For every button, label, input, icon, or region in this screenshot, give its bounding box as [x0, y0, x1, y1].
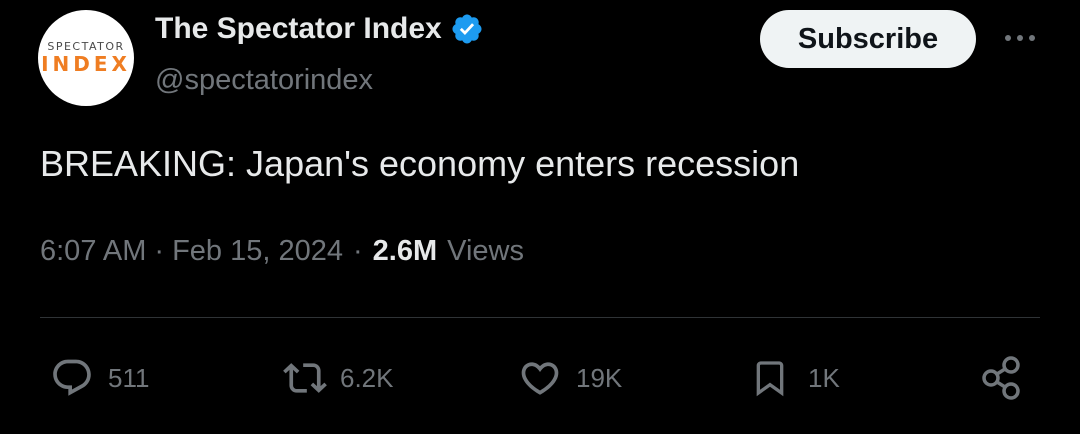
ellipsis-icon[interactable] [1000, 20, 1040, 56]
share-icon [982, 356, 1020, 400]
like-count: 19K [576, 362, 623, 393]
subscribe-button[interactable]: Subscribe [760, 10, 976, 68]
author-name-row: The Spectator Index [155, 12, 484, 46]
bookmark-icon [756, 361, 784, 397]
tweet-text: BREAKING: Japan's economy enters recessi… [40, 143, 800, 184]
tweet-time[interactable]: 6:07 AM [40, 235, 146, 268]
separator-dot: · [353, 235, 363, 267]
reply-button[interactable]: 511 [50, 356, 149, 400]
bookmark-button[interactable]: 1K [750, 356, 840, 400]
share-button[interactable] [980, 356, 1026, 400]
retweet-button[interactable]: 6.2K [282, 356, 394, 400]
avatar[interactable]: SPECTATOR INDEX [38, 10, 134, 106]
tweet-date[interactable]: Feb 15, 2024 [172, 235, 343, 268]
divider [40, 317, 1040, 318]
reply-count: 511 [108, 362, 150, 393]
tweet-metadata: 6:07 AM · Feb 15, 2024 · 2.6M Views [40, 235, 524, 268]
retweet-count: 6.2K [340, 362, 394, 393]
like-button[interactable]: 19K [518, 356, 622, 400]
retweet-icon [283, 363, 327, 393]
bookmark-count: 1K [808, 362, 840, 393]
logo-bottom-text: INDEX [41, 52, 131, 76]
reply-icon [53, 359, 91, 396]
author-handle[interactable]: @spectatorindex [155, 64, 373, 97]
views-label: Views [447, 235, 524, 267]
author-name[interactable]: The Spectator Index [155, 12, 442, 46]
heart-icon [521, 362, 559, 395]
separator-dot: · [154, 235, 165, 267]
verified-badge-icon[interactable] [450, 12, 484, 46]
views-count[interactable]: 2.6M [373, 235, 437, 268]
